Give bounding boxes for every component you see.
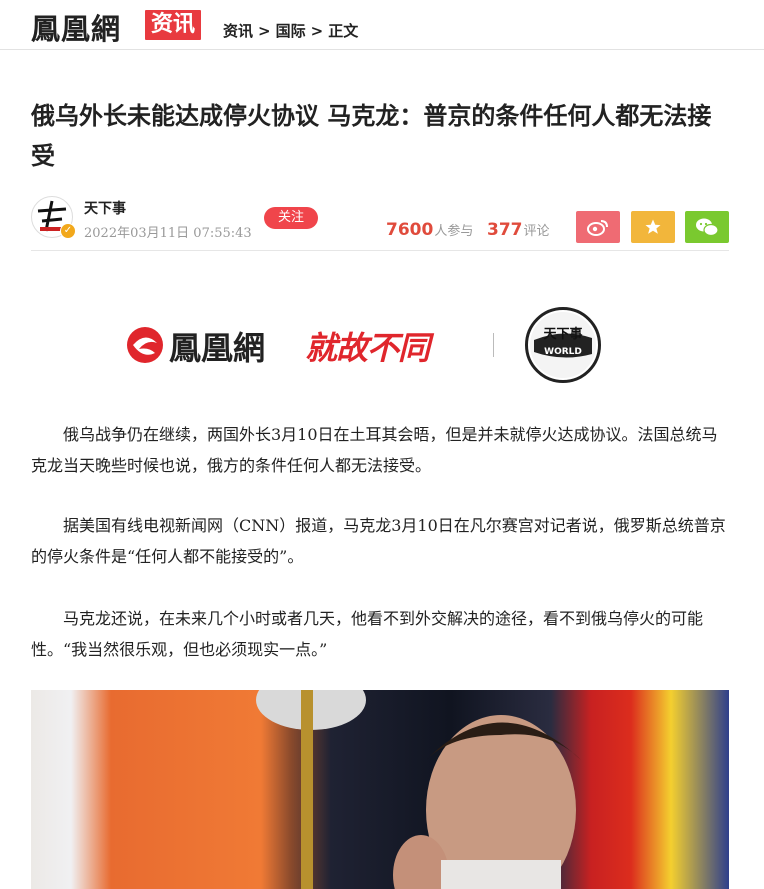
article-title: 俄乌外长未能达成停火协议 马克龙：普京的条件任何人都无法接受 [31,102,712,170]
favorite-button[interactable] [631,211,675,243]
world-label: WORLD [544,347,582,357]
participants-label: 人参与 [434,224,474,239]
participants-stat[interactable]: 7600人参与 [386,220,473,240]
promo-banner: 鳳凰網 就故不同 天下事 WORLD [125,305,605,387]
phoenix-logo-icon [127,327,163,363]
wechat-icon [696,218,719,237]
verified-badge-icon: ✓ [60,223,76,239]
breadcrumb: 资讯 > 国际 > 正文 [223,20,358,41]
author-name[interactable]: 天下事 [84,198,126,218]
author-info-row: ✓ 天下事 2022年03月11日 07:55:43 关注 7600人参与 37… [31,196,729,251]
breadcrumb-news[interactable]: 资讯 [223,22,253,40]
breadcrumb-separator: > [310,22,324,40]
banner-logo-text: 鳳凰網 [169,329,266,367]
comments-label: 评论 [523,224,550,239]
publish-time: 2022年03月11日 07:55:43 [84,226,252,241]
share-wechat-button[interactable] [685,211,729,243]
star-icon [645,219,661,234]
ifeng-logo[interactable]: 鳳凰網 [31,6,121,48]
channel-badge[interactable]: 资讯 [145,10,202,40]
banner-slogan: 就故不同 [305,329,430,367]
article-paragraph: 马克龙还说，在未来几个小时或者几天，他看不到外交解决的途径，看不到俄乌停火的可能… [31,609,704,659]
breadcrumb-international[interactable]: 国际 [276,22,306,40]
participants-count: 7600 [386,220,434,240]
article-paragraph: 据美国有线电视新闻网（CNN）报道，马克龙3月10日在凡尔赛宫对记者说，俄罗斯总… [31,516,726,566]
top-navigation-bar: 鳳凰網 资讯 资讯 > 国际 > 正文 [0,0,764,50]
share-weibo-button[interactable] [576,211,620,243]
banner-divider [493,333,494,357]
macron-photo-illustration [256,690,581,889]
comments-count: 377 [487,220,523,240]
breadcrumb-article: 正文 [328,22,359,40]
comments-stat[interactable]: 377评论 [487,220,550,240]
follow-button[interactable]: 关注 [264,207,318,229]
article-paragraph: 俄乌战争仍在继续，两国外长3月10日在土耳其会晤，但是并未就停火达成协议。法国总… [31,425,718,475]
weibo-icon [587,220,608,236]
globe-icon: 天下事 WORLD [530,312,596,378]
breadcrumb-separator: > [258,22,271,40]
tianxiashi-world-logo: 天下事 WORLD [525,307,601,383]
article-photo-macron [31,690,729,889]
circle-text: 天下事 [543,326,582,342]
